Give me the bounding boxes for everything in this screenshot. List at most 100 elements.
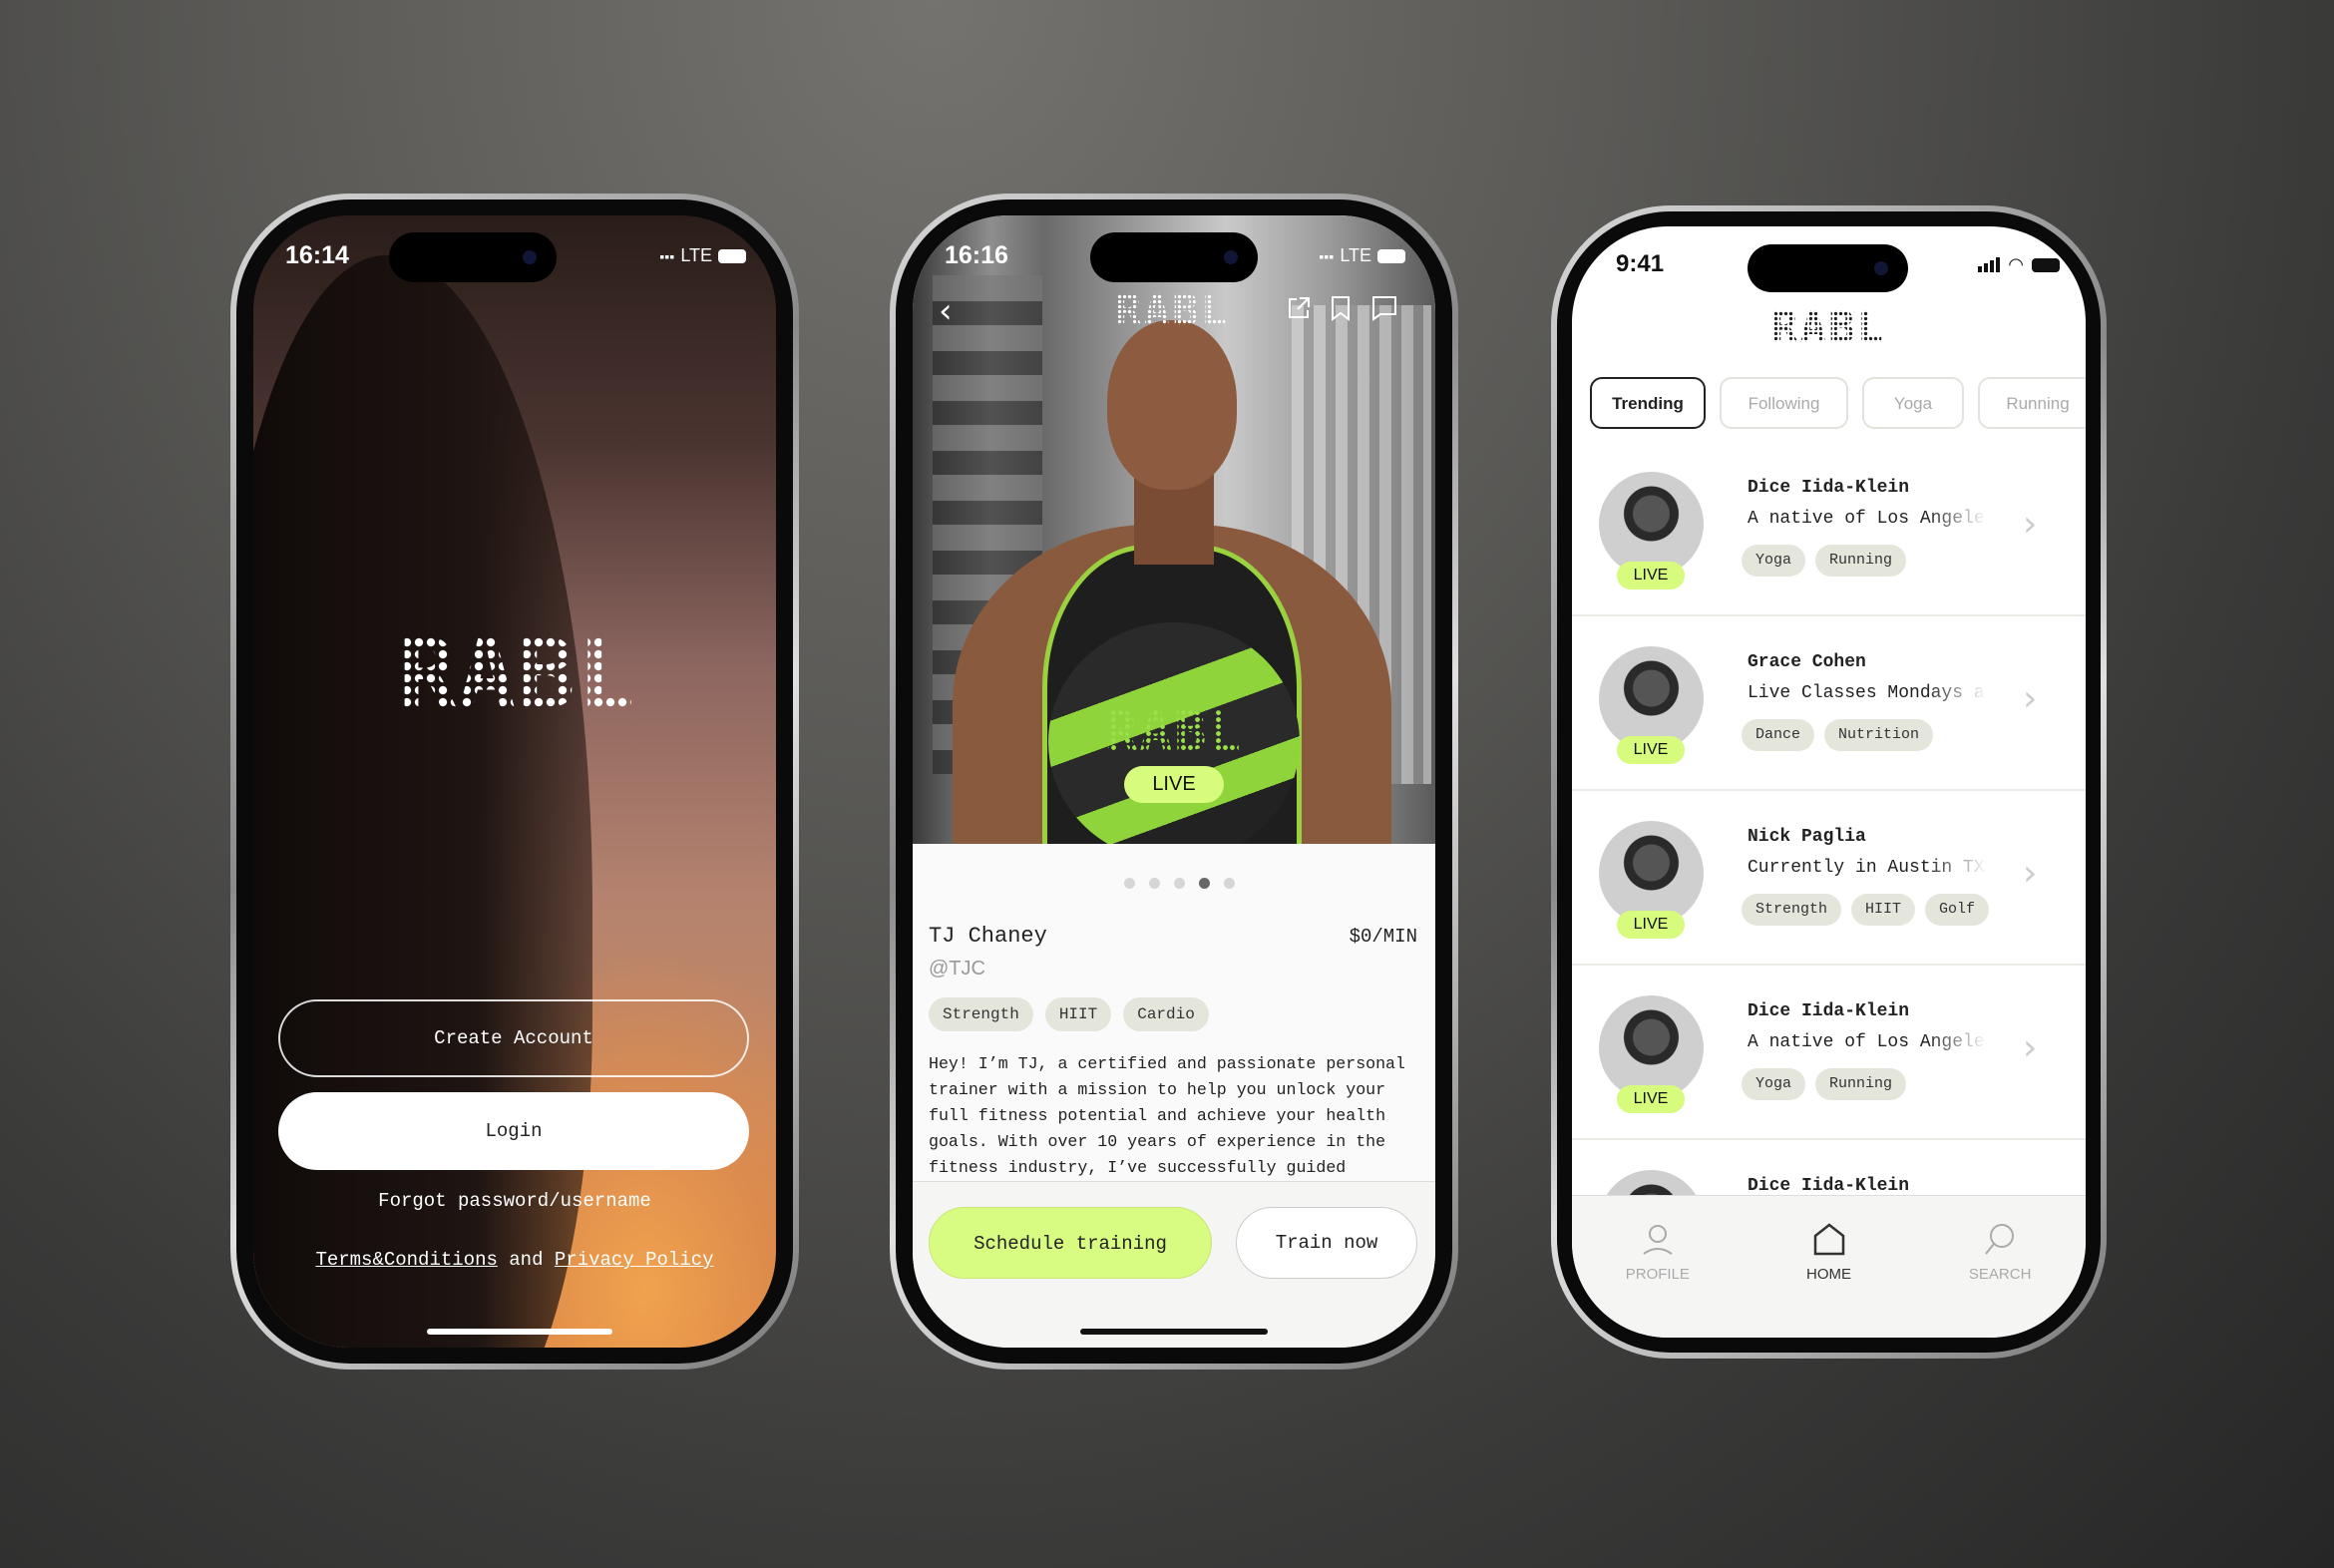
- rabl-logo: RABL: [1102, 289, 1242, 333]
- carousel-dot[interactable]: [1174, 878, 1185, 889]
- trainer-name: Nick Paglia: [1748, 827, 1866, 847]
- back-chevron-icon[interactable]: ‹: [939, 291, 953, 331]
- rabl-logo: RABL: [353, 624, 682, 724]
- live-badge: LIVE: [1124, 766, 1224, 803]
- basketball: RABL: [1048, 622, 1300, 844]
- carousel-dots[interactable]: [1124, 878, 1235, 889]
- tag: Yoga: [1742, 545, 1806, 577]
- carousel-dot[interactable]: [1149, 878, 1160, 889]
- trainer-tags: Strength HIIT Cardio: [929, 997, 1221, 1031]
- feed-screen: 9:41 ◠ RABL Trending Following Yoga Running…: [1572, 226, 2086, 1338]
- home-icon: [1813, 1223, 1844, 1256]
- live-badge: LIVE: [1617, 736, 1685, 764]
- status-icons: ◠: [1978, 254, 2060, 275]
- phone-profile: RABL LIVE 16:16 ▪▪▪ LTE ‹ RABL TJ Chaney…: [890, 194, 1458, 1370]
- tab-trending[interactable]: Trending: [1590, 377, 1706, 429]
- privacy-link[interactable]: Privacy Policy: [555, 1249, 714, 1271]
- search-icon: [1985, 1224, 2015, 1255]
- trainer-desc: Currently in Austin TX, I: [1748, 858, 1987, 878]
- price: $0/MIN: [1349, 926, 1417, 948]
- trainer-name: TJ Chaney: [929, 924, 1047, 949]
- login-screen: 16:14 ▪▪▪ LTE RABL Create Account Login …: [253, 215, 776, 1348]
- wifi-icon: ◠: [2008, 254, 2024, 275]
- bookmark-icon[interactable]: [1330, 295, 1352, 321]
- message-icon[interactable]: [1371, 295, 1397, 321]
- trainer-desc: Live Classes Mondays at: [1748, 683, 1987, 703]
- trainer-name: Dice Iida-Klein: [1748, 1176, 1910, 1196]
- trainer-tags: Strength HIIT Golf: [1742, 894, 1999, 926]
- tag: Nutrition: [1824, 719, 1934, 751]
- trainer-tags: Dance Nutrition: [1742, 719, 1943, 751]
- trainer-head: [1107, 320, 1237, 490]
- battery-icon: [2032, 257, 2060, 272]
- dynamic-island: [389, 232, 557, 282]
- trainer-name: Grace Cohen: [1748, 652, 1866, 672]
- status-time: 16:16: [945, 241, 1008, 269]
- trainer-row[interactable]: LIVE Grace Cohen Live Classes Mondays at Da…: [1572, 616, 2086, 791]
- bottom-nav: PROFILE HOME SEARCH: [1572, 1195, 2086, 1338]
- create-account-button[interactable]: Create Account: [278, 999, 749, 1077]
- nav-label: SEARCH: [1968, 1266, 2032, 1283]
- battery-icon: [1377, 248, 1405, 263]
- person-icon: [1643, 1225, 1673, 1255]
- terms-link[interactable]: Terms&Conditions: [315, 1249, 497, 1271]
- trainer-handle: @TJC: [929, 958, 985, 980]
- trainer-row[interactable]: LIVE Dice Iida-Klein A native of Los Angel…: [1572, 442, 2086, 616]
- phone-login: 16:14 ▪▪▪ LTE RABL Create Account Login …: [230, 194, 799, 1370]
- battery-icon: [718, 248, 746, 263]
- dynamic-island: [1090, 232, 1258, 282]
- trainer-name: Dice Iida-Klein: [1748, 1001, 1910, 1021]
- nav-home[interactable]: HOME: [1744, 1196, 1915, 1338]
- status-icons: ▪▪▪ LTE: [659, 245, 746, 266]
- tag: Strength: [1742, 894, 1842, 926]
- signal-icon: ▪▪▪: [1319, 247, 1335, 264]
- chevron-right-icon[interactable]: ›: [2023, 1027, 2037, 1068]
- trainer-row[interactable]: LIVE Nick Paglia Currently in Austin TX, I…: [1572, 791, 2086, 966]
- tag: HIIT: [1044, 997, 1112, 1031]
- tag: Golf: [1925, 894, 1990, 926]
- carousel-dot[interactable]: [1124, 878, 1135, 889]
- tab-yoga[interactable]: Yoga: [1862, 377, 1964, 429]
- ball-logo: RABL: [1068, 702, 1280, 762]
- schedule-training-button[interactable]: Schedule training: [929, 1207, 1212, 1279]
- nav-label: PROFILE: [1625, 1266, 1690, 1283]
- trainer-desc: A native of Los Angeles,: [1748, 1032, 1987, 1052]
- signal-icon: [1978, 257, 2001, 272]
- chevron-right-icon[interactable]: ›: [2023, 853, 2037, 894]
- trainer-bio: Hey! I’m TJ, a certified and passionate …: [929, 1054, 1405, 1177]
- trainer-tags: Yoga Running: [1742, 545, 1916, 577]
- trainer-row[interactable]: LIVE Dice Iida-Klein A native of Los Angel…: [1572, 966, 2086, 1140]
- carousel-dot[interactable]: [1199, 878, 1210, 889]
- share-icon[interactable]: [1286, 295, 1312, 321]
- trainer-desc: A native of Los Angeles,: [1748, 509, 1987, 529]
- tag: Yoga: [1742, 1068, 1806, 1100]
- nav-profile[interactable]: PROFILE: [1572, 1196, 1744, 1338]
- phone-feed: 9:41 ◠ RABL Trending Following Yoga Running…: [1551, 205, 2107, 1359]
- login-button[interactable]: Login: [278, 1092, 749, 1170]
- forgot-password-link[interactable]: Forgot password/username: [253, 1190, 776, 1212]
- carousel-dot[interactable]: [1224, 878, 1235, 889]
- tag: Dance: [1742, 719, 1815, 751]
- tag: Cardio: [1123, 997, 1209, 1031]
- nav-search[interactable]: SEARCH: [1914, 1196, 2086, 1338]
- rabl-logo: RABL: [1758, 306, 1898, 350]
- nav-label: HOME: [1806, 1266, 1851, 1283]
- home-indicator: [427, 1329, 612, 1335]
- category-tabs: Trending Following Yoga Running: [1590, 377, 2086, 429]
- live-badge: LIVE: [1617, 562, 1685, 589]
- legal-links: Terms&Conditions and Privacy Policy: [253, 1249, 776, 1271]
- trainer-list: LIVE Dice Iida-Klein A native of Los Angel…: [1572, 442, 2086, 1315]
- tag: Running: [1815, 545, 1907, 577]
- network-label: LTE: [680, 245, 712, 265]
- status-time: 16:14: [285, 241, 349, 269]
- chevron-right-icon[interactable]: ›: [2023, 678, 2037, 719]
- chevron-right-icon[interactable]: ›: [2023, 504, 2037, 545]
- signal-icon: ▪▪▪: [659, 247, 675, 264]
- tag: Strength: [929, 997, 1033, 1031]
- train-now-button[interactable]: Train now: [1236, 1207, 1417, 1279]
- tab-running[interactable]: Running: [1978, 377, 2086, 429]
- network-label: LTE: [1340, 245, 1371, 265]
- tag: HIIT: [1851, 894, 1916, 926]
- tab-following[interactable]: Following: [1720, 377, 1848, 429]
- status-icons: ▪▪▪ LTE: [1319, 245, 1405, 266]
